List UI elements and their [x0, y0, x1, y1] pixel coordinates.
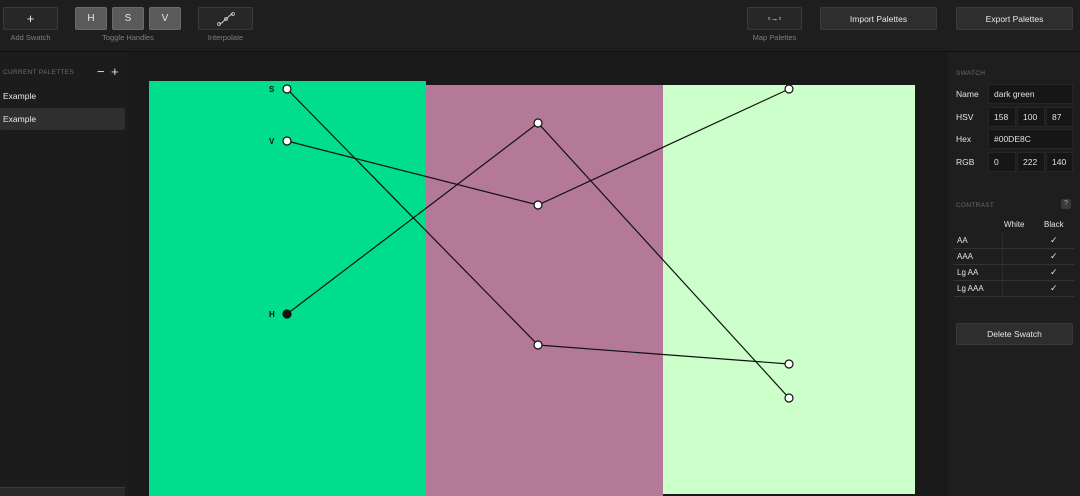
hex-label: Hex — [956, 134, 972, 144]
hsv-label: HSV — [956, 112, 974, 122]
map-palettes-label: Map Palettes — [752, 33, 797, 42]
toggle-s-button[interactable]: S — [112, 7, 144, 30]
remove-palette-button[interactable]: − — [97, 65, 105, 78]
contrast-row-label: Lg AAA — [957, 284, 984, 293]
interpolate-curve-icon — [216, 11, 235, 26]
add-swatch-label: Add Swatch — [10, 33, 51, 42]
delete-swatch-button[interactable]: Delete Swatch — [956, 323, 1073, 345]
toggle-v-button[interactable]: V — [149, 7, 181, 30]
hue-curve — [286, 122, 790, 399]
export-palettes-button[interactable]: Export Palettes — [956, 7, 1073, 30]
rgb-g-field[interactable]: 222 — [1017, 152, 1045, 172]
divider — [1002, 249, 1003, 265]
contrast-title: Contrast — [956, 202, 995, 209]
contrast-black-header: Black — [1044, 220, 1064, 229]
map-palettes-button[interactable]: ▫→▫ — [747, 7, 802, 30]
plus-icon: + — [26, 11, 35, 26]
interpolate-label: Interpolate — [207, 33, 244, 42]
interpolate-button[interactable] — [198, 7, 253, 30]
h-handle-label: H — [269, 310, 275, 319]
v-handle[interactable] — [282, 136, 292, 146]
value-curve — [286, 88, 790, 206]
name-label: Name — [956, 89, 979, 99]
help-icon[interactable]: ? — [1061, 199, 1071, 209]
handle-point[interactable] — [784, 359, 794, 369]
handle-overlay: S V H — [269, 84, 794, 403]
palette-canvas[interactable]: S V H — [128, 53, 946, 496]
hsv-v-field[interactable]: 87 — [1046, 107, 1073, 127]
divider — [1002, 281, 1003, 297]
hsv-h-field[interactable]: 158 — [988, 107, 1016, 127]
toolbar: + Add Swatch H S V Toggle Handles Interp… — [0, 0, 1080, 52]
rgb-b-field[interactable]: 140 — [1046, 152, 1073, 172]
map-icon: ▫→▫ — [767, 14, 782, 23]
contrast-row: Lg AAA ✓ — [954, 281, 1074, 297]
sidebar-scrollbar[interactable] — [0, 487, 125, 496]
contrast-row: AA ✓ — [954, 233, 1074, 249]
s-handle-label: S — [269, 85, 275, 94]
contrast-row-label: AAA — [957, 252, 974, 261]
h-handle[interactable] — [282, 309, 292, 319]
import-palettes-button[interactable]: Import Palettes — [820, 7, 937, 30]
check-icon: ✓ — [1050, 235, 1058, 245]
rgb-label: RGB — [956, 157, 975, 167]
palette-item[interactable]: Example — [0, 85, 125, 107]
contrast-row: Lg AA ✓ — [954, 265, 1074, 281]
saturation-curve — [286, 88, 790, 365]
handle-point[interactable] — [533, 200, 543, 210]
toggle-h-button[interactable]: H — [75, 7, 107, 30]
check-icon: ✓ — [1050, 251, 1058, 261]
name-field[interactable]: dark green — [988, 84, 1073, 104]
s-handle[interactable] — [282, 84, 292, 94]
handle-point[interactable] — [784, 393, 794, 403]
contrast-row-label: AA — [957, 236, 968, 245]
hsv-s-field[interactable]: 100 — [1017, 107, 1045, 127]
contrast-white-header: White — [1004, 220, 1025, 229]
swatch-panel-title: Swatch — [956, 70, 986, 77]
rgb-r-field[interactable]: 0 — [988, 152, 1016, 172]
toggle-handles-label: Toggle Handles — [102, 33, 154, 42]
handle-point[interactable] — [784, 84, 794, 94]
current-palettes-title: Current Palettes — [3, 69, 75, 76]
hex-field[interactable]: #00DE8C — [988, 129, 1073, 149]
swatch-panel: Swatch Name dark green HSV 158 100 87 He… — [948, 53, 1080, 496]
add-swatch-button[interactable]: + — [3, 7, 58, 30]
palettes-sidebar: Current Palettes − + Example Example — [0, 53, 128, 496]
divider — [1002, 233, 1003, 249]
handle-point[interactable] — [533, 340, 543, 350]
handle-point[interactable] — [533, 118, 543, 128]
contrast-row-label: Lg AA — [957, 268, 979, 277]
v-handle-label: V — [269, 137, 275, 146]
palette-item-selected[interactable]: Example — [0, 108, 125, 130]
check-icon: ✓ — [1050, 267, 1058, 277]
contrast-row: AAA ✓ — [954, 249, 1074, 265]
check-icon: ✓ — [1050, 283, 1058, 293]
divider — [1002, 265, 1003, 281]
add-palette-button[interactable]: + — [111, 65, 119, 78]
